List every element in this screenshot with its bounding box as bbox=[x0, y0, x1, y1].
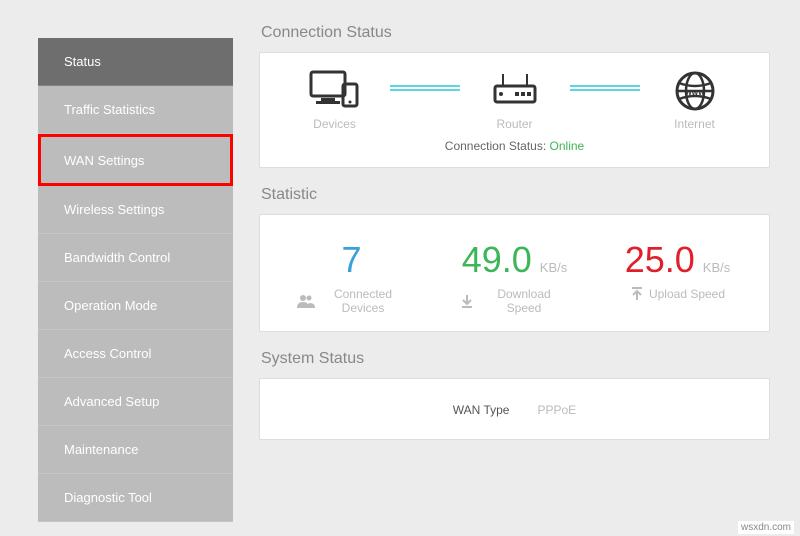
sidebar-item-wireless-settings[interactable]: Wireless Settings bbox=[38, 186, 233, 234]
sidebar-item-diagnostic-tool[interactable]: Diagnostic Tool bbox=[38, 474, 233, 522]
connected-devices-stat: 7 Connected Devices bbox=[277, 239, 427, 315]
upload-speed-label: Upload Speed bbox=[649, 287, 725, 301]
sidebar-item-status[interactable]: Status bbox=[38, 38, 233, 86]
connection-line-icon bbox=[570, 85, 640, 91]
wan-type-value: PPPoE bbox=[537, 403, 576, 417]
connection-status-title: Connection Status bbox=[261, 24, 770, 42]
watermark: wsxdn.com bbox=[738, 521, 794, 534]
sidebar-item-label: Operation Mode bbox=[64, 298, 157, 313]
sidebar-item-access-control[interactable]: Access Control bbox=[38, 330, 233, 378]
connection-diagram: Devices Ro bbox=[270, 69, 759, 131]
wan-type-label: WAN Type bbox=[453, 403, 510, 417]
sidebar: Status Traffic Statistics WAN Settings W… bbox=[38, 38, 233, 536]
upload-icon bbox=[630, 287, 644, 301]
sidebar-item-label: Bandwidth Control bbox=[64, 250, 170, 265]
sidebar-item-label: Traffic Statistics bbox=[64, 102, 155, 117]
svg-text:WWW: WWW bbox=[685, 90, 705, 97]
router-node: Router bbox=[460, 69, 570, 131]
statistic-title: Statistic bbox=[261, 186, 770, 204]
main-content: Connection Status Devices bbox=[259, 0, 800, 536]
statistic-panel: 7 Connected Devices 49.0 KB/s bbox=[259, 214, 770, 332]
sidebar-item-maintenance[interactable]: Maintenance bbox=[38, 426, 233, 474]
sidebar-item-label: Access Control bbox=[64, 346, 151, 361]
sidebar-item-label: Wireless Settings bbox=[64, 202, 164, 217]
devices-node: Devices bbox=[280, 69, 390, 131]
sidebar-item-advanced-setup[interactable]: Advanced Setup bbox=[38, 378, 233, 426]
router-label: Router bbox=[496, 117, 532, 131]
connection-status-panel: Devices Ro bbox=[259, 52, 770, 168]
sidebar-item-label: Advanced Setup bbox=[64, 394, 159, 409]
download-speed-stat: 49.0 KB/s Download Speed bbox=[440, 239, 590, 315]
sidebar-item-bandwidth-control[interactable]: Bandwidth Control bbox=[38, 234, 233, 282]
upload-speed-value: 25.0 bbox=[625, 239, 695, 281]
router-icon bbox=[491, 69, 539, 113]
connection-status-text: Connection Status: Online bbox=[270, 139, 759, 153]
connection-line-icon bbox=[390, 85, 460, 91]
sidebar-item-label: Status bbox=[64, 54, 101, 69]
www-icon: WWW bbox=[673, 69, 717, 113]
devices-label: Devices bbox=[313, 117, 356, 131]
system-status-title: System Status bbox=[261, 350, 770, 368]
download-speed-unit: KB/s bbox=[540, 260, 567, 275]
connection-status-value: Online bbox=[550, 139, 585, 153]
sidebar-item-label: Maintenance bbox=[64, 442, 138, 457]
connection-status-label: Connection Status: bbox=[445, 139, 550, 153]
devices-icon bbox=[309, 69, 361, 113]
sidebar-item-wan-settings[interactable]: WAN Settings bbox=[38, 134, 233, 186]
upload-speed-unit: KB/s bbox=[703, 260, 730, 275]
upload-speed-stat: 25.0 KB/s Upload Speed bbox=[603, 239, 753, 315]
connected-devices-value: 7 bbox=[341, 239, 361, 281]
sidebar-item-label: Diagnostic Tool bbox=[64, 490, 152, 505]
internet-label: Internet bbox=[674, 117, 715, 131]
users-icon bbox=[297, 294, 315, 308]
download-speed-value: 49.0 bbox=[462, 239, 532, 281]
connected-devices-label: Connected Devices bbox=[320, 287, 407, 315]
internet-node: WWW Internet bbox=[640, 69, 750, 131]
download-icon bbox=[460, 294, 474, 308]
download-speed-label: Download Speed bbox=[479, 287, 570, 315]
sidebar-item-label: WAN Settings bbox=[64, 153, 144, 168]
system-status-panel: WAN Type PPPoE bbox=[259, 378, 770, 440]
sidebar-item-traffic-statistics[interactable]: Traffic Statistics bbox=[38, 86, 233, 134]
sidebar-item-operation-mode[interactable]: Operation Mode bbox=[38, 282, 233, 330]
